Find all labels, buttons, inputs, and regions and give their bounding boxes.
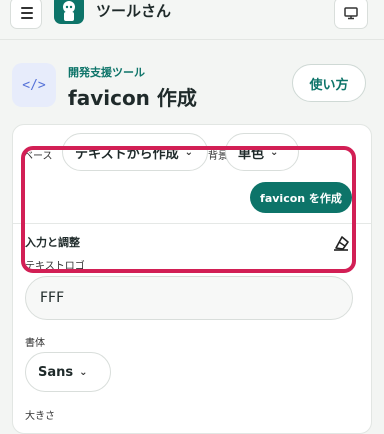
app-logo-icon[interactable]	[54, 0, 84, 24]
text-logo-input[interactable]: FFF	[25, 276, 353, 320]
font-label: 書体	[25, 338, 45, 349]
font-select[interactable]: Sans ⌄	[25, 352, 111, 392]
screen-icon	[344, 7, 358, 20]
page-title: favicon 作成	[68, 86, 197, 110]
text-logo-value: FFF	[40, 290, 65, 306]
chevron-down-icon: ⌄	[79, 366, 88, 378]
menu-icon	[11, 0, 41, 29]
app-name[interactable]: ツールさん	[96, 0, 171, 21]
menu-button[interactable]	[10, 0, 42, 29]
highlight-box	[21, 146, 356, 273]
code-icon: </>	[12, 63, 56, 107]
display-toggle-button[interactable]	[334, 0, 368, 29]
font-value: Sans	[38, 364, 74, 380]
tool-category: 開発支援ツール	[68, 66, 145, 79]
how-to-button[interactable]: 使い方	[292, 64, 366, 102]
